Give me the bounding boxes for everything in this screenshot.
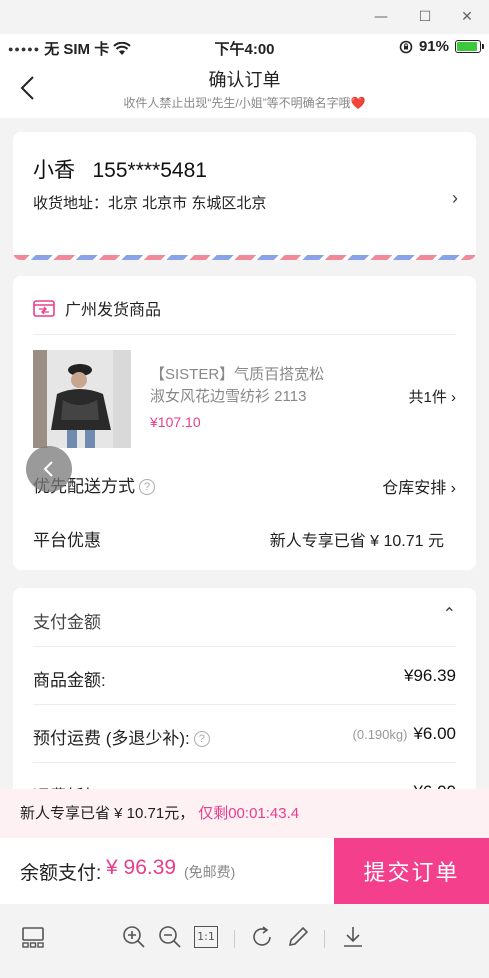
shop-name: 广州发货商品 <box>65 302 162 319</box>
submit-order-button[interactable]: 提交订单 <box>334 838 489 904</box>
divider <box>33 762 456 763</box>
divider <box>33 646 456 647</box>
delivery-value-text: 仓库安排 <box>382 480 447 497</box>
help-icon[interactable]: ? <box>139 479 155 495</box>
promo-text: 新人专享已省 ¥ 10.71元， <box>20 805 195 822</box>
delivery-chevron-icon: › <box>450 480 456 497</box>
platform-discount-value: 新人专享已省 ¥ 10.71 元 <box>269 533 444 550</box>
product-name-line1: 【SISTER】气质百搭宽松 <box>150 366 325 383</box>
balance-pay-label: 余额支付: <box>20 863 102 884</box>
promo-countdown: 仅剩00:01:43.4 <box>198 805 300 822</box>
chevron-left-icon <box>43 461 53 477</box>
address-card[interactable]: 小香 155****5481 收货地址：北京 北京市 东城区北京 › <box>13 132 476 260</box>
goods-amount-label: 商品金额: <box>33 671 106 690</box>
free-shipping-note: (免邮费) <box>184 864 236 880</box>
floating-back-button[interactable] <box>26 446 72 492</box>
zoom-in-icon[interactable] <box>121 924 147 950</box>
platform-discount-label: 平台优惠 <box>33 531 101 550</box>
promo-countdown-bar: 新人专享已省 ¥ 10.71元， 仅剩00:01:43.4 <box>0 789 489 838</box>
page-subtitle: 收件人禁止出现“先生/小姐”等不明确名字哦❤️ <box>0 94 489 111</box>
heart-icon: ❤️ <box>350 96 366 110</box>
toolbar-separator <box>234 930 235 948</box>
product-name-line2: 淑女风花边雪纺衫 2113 <box>150 388 307 405</box>
edit-icon[interactable] <box>285 924 311 950</box>
minimize-button[interactable]: — <box>370 6 392 28</box>
collapse-chevron-icon[interactable]: ⌃ <box>443 604 456 624</box>
product-price: ¥107.10 <box>150 414 201 430</box>
toolbar-separator <box>324 930 325 948</box>
quantity-chevron-icon: › <box>451 389 456 406</box>
address-chevron-icon: › <box>452 188 458 208</box>
payment-card: 支付金额 ⌃ 商品金额: ¥96.39 预付运费 (多退少补):? (0.190… <box>13 588 476 808</box>
shipping-box-icon <box>33 300 55 317</box>
orientation-lock-icon <box>399 40 413 53</box>
subtitle-text: 收件人禁止出现“先生/小姐”等不明确名字哦 <box>123 96 351 110</box>
prepaid-shipping-amount: ¥6.00 <box>413 724 456 743</box>
shipping-address: 收货地址：北京 北京市 东城区北京 <box>33 195 267 212</box>
product-image[interactable] <box>33 350 131 448</box>
product-quantity[interactable]: 共1件 › <box>408 386 456 407</box>
battery-fill <box>457 42 478 51</box>
payment-title: 支付金额 <box>33 613 101 632</box>
window-titlebar: — ☐ ✕ <box>0 0 489 34</box>
shop-header: 广州发货商品 <box>33 296 161 320</box>
goods-amount-value: ¥96.39 <box>404 666 456 685</box>
delivery-method-value[interactable]: 仓库安排 › <box>382 474 456 498</box>
status-right: 91% <box>399 38 484 55</box>
close-button[interactable]: ✕ <box>456 6 478 28</box>
airmail-border <box>13 255 476 260</box>
package-weight: (0.190kg) <box>352 727 408 742</box>
actual-size-icon[interactable]: 1:1 <box>194 926 218 948</box>
quantity-label: 共1件 <box>408 389 447 406</box>
viewer-toolbar: 1:1 <box>0 904 489 978</box>
zoom-out-icon[interactable] <box>157 924 183 950</box>
product-name[interactable]: 【SISTER】气质百搭宽松 淑女风花边雪纺衫 2113 <box>150 364 350 408</box>
help-icon[interactable]: ? <box>193 731 210 747</box>
prepaid-shipping-value: (0.190kg) ¥6.00 <box>353 724 456 744</box>
page-header: 确认订单 收件人禁止出现“先生/小姐”等不明确名字哦❤️ <box>0 60 489 118</box>
download-icon[interactable] <box>340 924 366 950</box>
recipient-name-phone: 小香 155****5481 <box>33 159 207 182</box>
goods-card: 广州发货商品 【SISTER】气质百搭宽松 淑女风花边雪纺衫 2113 ¥107… <box>13 276 476 570</box>
rotate-icon[interactable] <box>249 924 275 950</box>
prepaid-shipping-label: 预付运费 (多退少补):? <box>33 724 210 749</box>
divider <box>33 704 456 705</box>
total-amount: ¥ 96.39 <box>106 856 177 879</box>
prepaid-shipping-text: 预付运费 (多退少补): <box>33 729 190 748</box>
product-photo <box>33 350 131 448</box>
battery-percent: 91% <box>418 38 449 55</box>
checkout-bar: 余额支付: ¥ 96.39 (免邮费) 提交订单 <box>0 838 489 904</box>
page-title: 确认订单 <box>208 70 281 90</box>
battery-charging-icon <box>455 40 484 53</box>
divider <box>33 334 456 335</box>
status-bar: ●●●●● 无 SIM 卡 下午4:00 91% <box>0 34 489 60</box>
maximize-button[interactable]: ☐ <box>414 6 436 28</box>
gallery-icon[interactable] <box>20 924 46 950</box>
